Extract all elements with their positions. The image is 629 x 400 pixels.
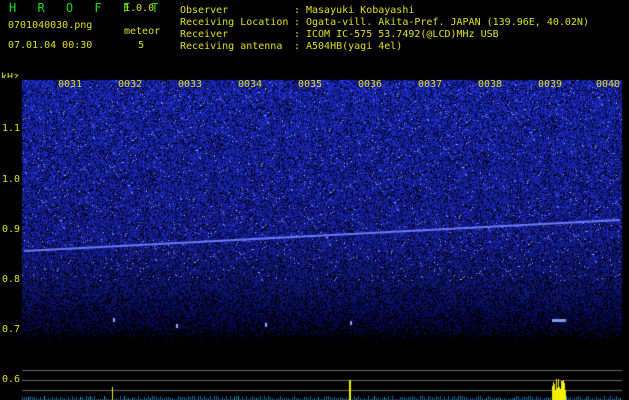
minute-label: 0037 [418, 79, 443, 90]
meteor-label: meteor [124, 26, 161, 37]
minute-label: 0031 [58, 79, 83, 90]
minute-label: 0032 [118, 79, 143, 90]
minute-label: 0040 [596, 79, 621, 90]
antenna-value: A504HB(yagi 4el) [306, 41, 403, 52]
y-tick-0-9: 0.9 [2, 224, 21, 235]
meteor-count: 5 [138, 40, 145, 51]
observer-value: Masayuki Kobayashi [306, 5, 415, 16]
minute-label: 0034 [238, 79, 263, 90]
app-version: 1.0.0 [124, 3, 155, 14]
header-panel: H R O F F T 1.0.0 0701040030.png meteor … [0, 0, 629, 78]
location-label: Receiving Location [180, 17, 289, 28]
y-tick-0-6: 0.6 [2, 374, 21, 385]
location-separator: : [294, 17, 301, 28]
minute-label: 0035 [298, 79, 323, 90]
antenna-separator: : [294, 41, 301, 52]
receiver-value: ICOM IC-575 53.7492(@LCD)MHz USB [306, 29, 499, 40]
y-tick-1-1: 1.1 [2, 123, 21, 134]
file-name: 0701040030.png [8, 20, 93, 31]
receiver-label: Receiver [180, 29, 229, 40]
observer-label: Observer [180, 5, 229, 16]
file-datetime: 07.01.04 00:30 [8, 40, 93, 51]
minute-label: 0039 [538, 79, 563, 90]
y-tick-0-8: 0.8 [2, 274, 21, 285]
y-tick-1-0: 1.0 [2, 174, 21, 185]
observer-separator: : [294, 5, 301, 16]
y-tick-0-7: 0.7 [2, 324, 21, 335]
location-value: Ogata-vill. Akita-Pref. JAPAN (139.96E, … [306, 17, 589, 28]
receiver-separator: : [294, 29, 301, 40]
minute-label: 0036 [358, 79, 383, 90]
minute-label: 0033 [178, 79, 203, 90]
minute-label: 0038 [478, 79, 503, 90]
antenna-label: Receiving antenna [180, 41, 283, 52]
spectrogram-canvas [0, 78, 629, 400]
